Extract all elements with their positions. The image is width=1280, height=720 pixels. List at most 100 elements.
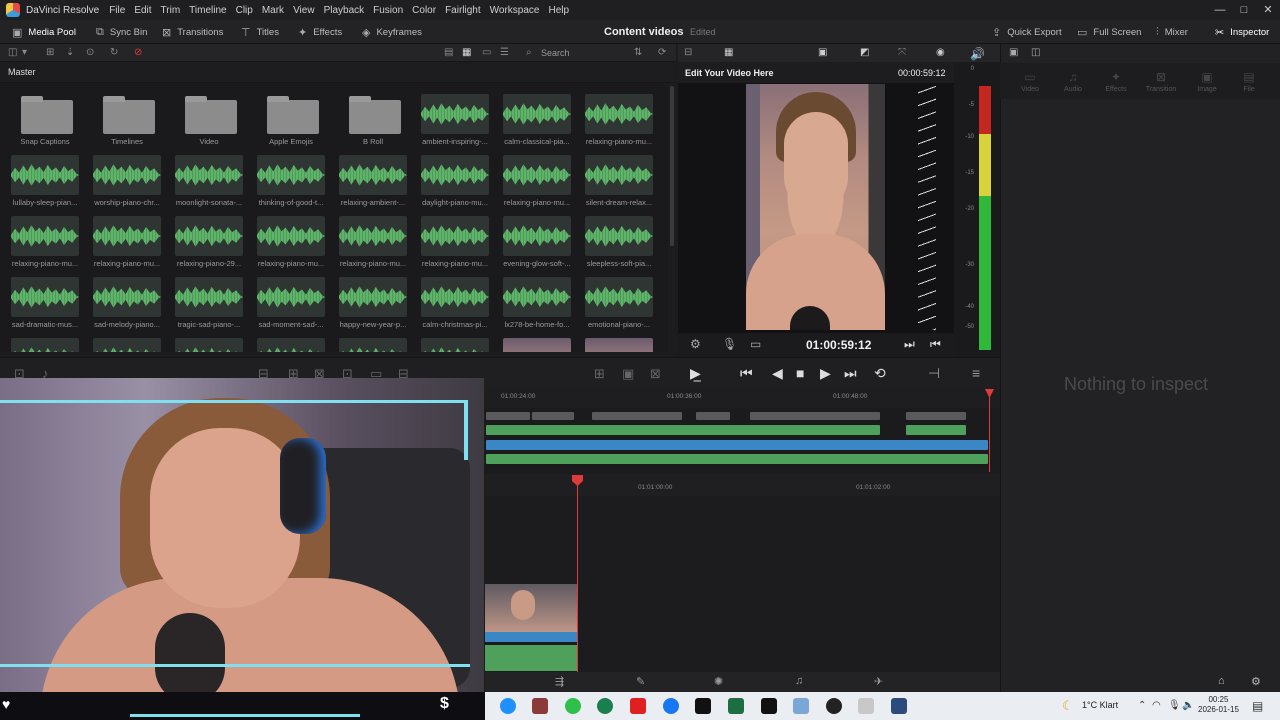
transform-icon[interactable]: ⤧ xyxy=(898,47,906,58)
tab-image[interactable]: Image xyxy=(1189,86,1225,93)
filmstrip-view-icon[interactable]: ▭ xyxy=(482,47,491,58)
audio-clip-item[interactable]: tragic-sad-piano-... xyxy=(173,271,245,329)
speaker-icon[interactable]: 🔊 xyxy=(970,47,985,61)
smart-bin-icon[interactable]: ⊙ xyxy=(86,47,94,58)
audio-clip-item[interactable]: relaxing-piano-mu... xyxy=(337,210,409,268)
audio-clip-item[interactable]: lullaby-sleep-pian... xyxy=(9,149,81,207)
audio-clip-item[interactable] xyxy=(91,332,163,352)
deliver-page-icon[interactable]: ✈ xyxy=(874,675,883,688)
full-screen-button[interactable]: ▭ Full Screen xyxy=(1077,20,1141,44)
snap-icon[interactable]: ⊣ xyxy=(928,365,940,382)
messages-icon[interactable] xyxy=(597,698,613,714)
tab-audio[interactable]: Audio xyxy=(1055,86,1091,93)
sidebar-toggle-icon[interactable]: ◫ xyxy=(8,47,17,58)
menu-fusion[interactable]: Fusion xyxy=(373,5,403,16)
menu-timeline[interactable]: Timeline xyxy=(189,5,226,16)
bin-folder[interactable]: Timelines xyxy=(91,88,163,146)
viewer-layout-icon[interactable]: ▦ xyxy=(724,47,733,58)
capcut-icon[interactable] xyxy=(761,698,777,714)
tiktok-icon[interactable] xyxy=(695,698,711,714)
detail-timeline[interactable] xyxy=(485,472,1000,672)
audio-clip-item[interactable]: relaxing-piano-mu... xyxy=(9,210,81,268)
menu-color[interactable]: Color xyxy=(412,5,436,16)
video-clip-thumbnail[interactable] xyxy=(485,584,577,634)
home-icon[interactable]: ⌂ xyxy=(1218,675,1225,687)
tab-video[interactable]: Video xyxy=(1012,86,1048,93)
menu-fairlight[interactable]: Fairlight xyxy=(445,5,481,16)
clip-segment[interactable] xyxy=(750,412,880,420)
import-icon[interactable]: ⇣ xyxy=(66,47,74,58)
menu-workspace[interactable]: Workspace xyxy=(490,5,540,16)
audio-clip-item[interactable]: evening-glow-soft-... xyxy=(501,210,573,268)
go-to-end-icon[interactable]: ⏭ xyxy=(844,365,857,382)
video-clip-item[interactable] xyxy=(501,332,573,352)
bin-folder[interactable]: Video xyxy=(173,88,245,146)
youtube-icon[interactable] xyxy=(630,698,646,714)
search-icon[interactable]: ⌕ xyxy=(526,47,532,58)
excel-icon[interactable] xyxy=(728,698,744,714)
edge-icon[interactable] xyxy=(500,698,516,714)
files-icon[interactable] xyxy=(793,698,809,714)
notifications-icon[interactable]: ▤ xyxy=(1252,699,1263,713)
timeline-selector[interactable]: Edit Your Video Here xyxy=(685,68,774,78)
keyframes-button[interactable]: ◈ Keyframes xyxy=(362,20,422,44)
menu-view[interactable]: View xyxy=(293,5,315,16)
video-clip[interactable] xyxy=(485,632,577,642)
volume-icon[interactable]: 🔈 xyxy=(1182,700,1194,711)
menu-edit[interactable]: Edit xyxy=(134,5,151,16)
menu-file[interactable]: File xyxy=(109,5,125,16)
refresh-icon[interactable]: ↻ xyxy=(110,47,118,58)
app-icon[interactable] xyxy=(532,698,548,714)
loop-icon[interactable]: ⟲ xyxy=(874,365,886,382)
sync-bin-button[interactable]: ⧉ Sync Bin xyxy=(96,20,147,44)
audio-clip-item[interactable]: relaxing-piano-mu... xyxy=(501,149,573,207)
titles-button[interactable]: ⊤ Titles xyxy=(241,20,279,44)
dynamic-zoom-icon[interactable]: ▣ xyxy=(622,366,634,382)
mic-tray-icon[interactable]: 🎙 xyxy=(1168,700,1181,711)
next-frame-icon[interactable]: ⏭ xyxy=(904,337,915,352)
dropdown-icon[interactable]: ▾ xyxy=(22,47,27,58)
audio-clip-item[interactable]: worship-piano-chr... xyxy=(91,149,163,207)
audio-clip-item[interactable]: thinking-of-good-t... xyxy=(255,149,327,207)
bin-folder[interactable]: Apple Emojis xyxy=(255,88,327,146)
clip-segment[interactable] xyxy=(906,412,966,420)
audio-clip-item[interactable]: ambient-inspiring-... xyxy=(419,88,491,146)
audio-clip-item[interactable]: relaxing-piano-mu... xyxy=(419,210,491,268)
tray-chevron-icon[interactable]: ⌃ xyxy=(1138,700,1146,711)
go-to-start-icon[interactable]: ⏮ xyxy=(740,365,753,382)
close-button[interactable]: ✕ xyxy=(1256,0,1280,20)
bin-folder[interactable]: B Roll xyxy=(337,88,409,146)
stop-icon[interactable]: ■ xyxy=(796,365,804,381)
audio-clip-item[interactable] xyxy=(337,332,409,352)
clip-segment[interactable] xyxy=(532,412,574,420)
playhead[interactable] xyxy=(577,480,578,672)
clip-segment[interactable] xyxy=(486,412,530,420)
audio-clip-item[interactable]: relaxing-piano-mu... xyxy=(583,88,655,146)
wifi-icon[interactable]: ◠ xyxy=(1152,700,1161,711)
transform-tool-icon[interactable]: ⊠ xyxy=(650,366,661,382)
settings-icon[interactable]: ⚙ xyxy=(690,337,701,351)
explorer-icon[interactable] xyxy=(858,698,874,714)
audio-clip-item[interactable]: calm-classical-pia... xyxy=(501,88,573,146)
audio-clip-item[interactable] xyxy=(173,332,245,352)
audio-clip-item[interactable]: emotional-piano-... xyxy=(583,271,655,329)
inspector-button[interactable]: ✂ Inspector xyxy=(1215,20,1269,44)
menu-mark[interactable]: Mark xyxy=(262,5,284,16)
obs-icon[interactable] xyxy=(826,698,842,714)
audio-clip-item[interactable]: relaxing-ambient-... xyxy=(337,149,409,207)
audio-clip-item[interactable]: relaxing-piano-mu... xyxy=(91,210,163,268)
audio-clip-item[interactable]: relaxing-piano-mu... xyxy=(255,210,327,268)
audio-clip-item[interactable]: lx278-be-home-fo... xyxy=(501,271,573,329)
audio-track-bar[interactable] xyxy=(486,454,988,464)
options-icon[interactable]: ≡ xyxy=(972,365,980,381)
thumbnail-view-icon[interactable]: ▦ xyxy=(462,47,471,58)
list-view-icon[interactable]: ☰ xyxy=(500,47,509,58)
inspector-view-icon[interactable]: ▣ xyxy=(1009,47,1018,58)
maximize-button[interactable]: □ xyxy=(1232,0,1256,20)
bin-folder[interactable]: Snap Captions xyxy=(9,88,81,146)
audio-clip-item[interactable]: silent-dream-relax... xyxy=(583,149,655,207)
clip-segment[interactable] xyxy=(906,425,966,435)
clip-icon[interactable]: ▭ xyxy=(750,337,761,351)
trim-icon[interactable]: ⊞ xyxy=(594,366,605,382)
prev-frame-icon[interactable]: ⏮ xyxy=(930,337,941,352)
